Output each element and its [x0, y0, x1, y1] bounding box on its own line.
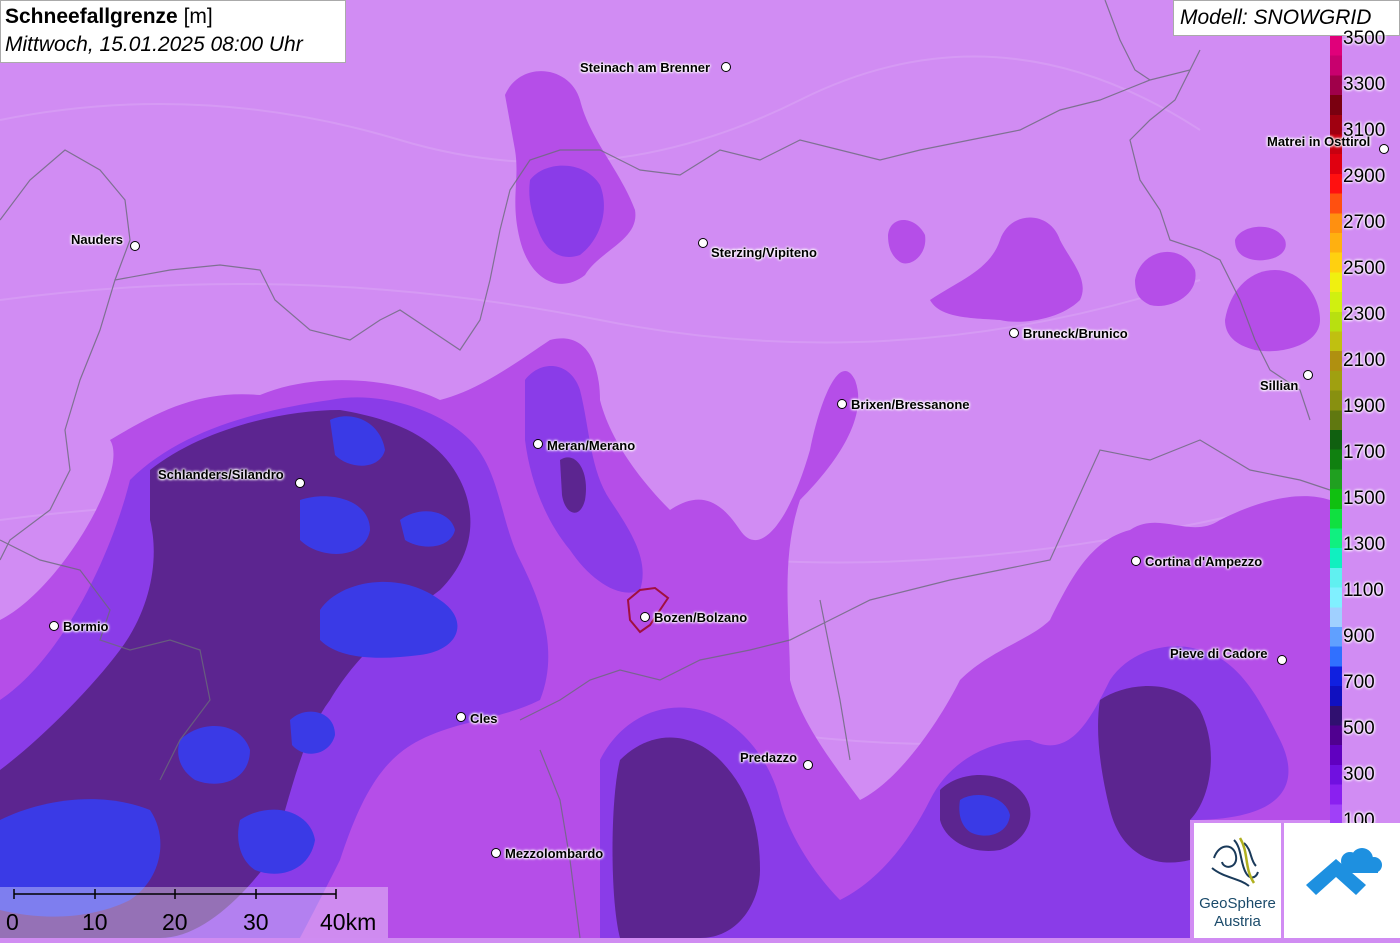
mountain-cloud-icon	[1306, 848, 1382, 895]
scale-label-0: 0	[6, 909, 19, 935]
city-marker-bozen-bolzano[interactable]	[640, 612, 650, 622]
legend-label-1100: 1100	[1343, 580, 1384, 601]
city-marker-bormio[interactable]	[49, 621, 59, 631]
city-marker-sillian[interactable]	[1303, 370, 1313, 380]
city-marker-brixen-bressanone[interactable]	[837, 399, 847, 409]
color-legend: 3500 3300 3100 2900 2700 2500 2300 2100 1900 1700…	[1330, 28, 1400, 831]
scale-bar: 0 10 20 30 40km	[0, 887, 388, 938]
legend-label-3500: 3500	[1343, 28, 1386, 49]
forecast-datetime: Mittwoch, 15.01.2025 08:00 Uhr	[5, 33, 303, 56]
geosphere-emblem-icon	[1211, 837, 1259, 887]
geosphere-logo[interactable]: GeoSphere Austria	[1194, 823, 1281, 938]
city-label-mezzolombardo: Mezzolombardo	[505, 846, 604, 861]
city-marker-cles[interactable]	[456, 712, 466, 722]
app-logo[interactable]	[1284, 823, 1400, 938]
city-marker-meran-merano[interactable]	[533, 439, 543, 449]
legend-label-500: 500	[1343, 718, 1375, 739]
legend-label-1900: 1900	[1343, 396, 1386, 417]
city-label-cortina-d-ampezzo: Cortina d'Ampezzo	[1145, 554, 1263, 569]
city-marker-sterzing-vipiteno[interactable]	[698, 238, 708, 248]
city-label-meran-merano: Meran/Merano	[547, 438, 636, 453]
city-label-brixen-bressanone: Brixen/Bressanone	[851, 397, 970, 412]
geosphere-logo-line2: Austria	[1214, 913, 1261, 930]
city-label-nauders: Nauders	[71, 232, 124, 247]
city-marker-steinach-am-brenner[interactable]	[721, 62, 731, 72]
city-marker-mezzolombardo[interactable]	[491, 848, 501, 858]
legend-label-300: 300	[1343, 764, 1375, 785]
title-panel: Schneefallgrenze [m] Mittwoch, 15.01.202…	[0, 0, 346, 63]
legend-label-2900: 2900	[1343, 166, 1386, 187]
city-label-steinach-am-brenner: Steinach am Brenner	[580, 60, 711, 75]
city-label-sillian: Sillian	[1260, 378, 1299, 393]
city-label-predazzo: Predazzo	[740, 750, 798, 765]
city-label-sterzing-vipiteno: Sterzing/Vipiteno	[711, 245, 817, 260]
city-label-bruneck-brunico: Bruneck/Brunico	[1023, 326, 1128, 341]
scale-label-10: 10	[82, 909, 108, 935]
legend-label-2100: 2100	[1343, 350, 1386, 371]
scale-label-30: 30	[243, 909, 269, 935]
city-label-pieve-di-cadore: Pieve di Cadore	[1170, 646, 1268, 661]
legend-color-bar	[1330, 36, 1342, 824]
scale-label-40: 40km	[320, 909, 377, 935]
city-label-matrei-in-osttirol: Matrei in Osttirol	[1267, 134, 1371, 149]
city-label-schlanders-silandro: Schlanders/Silandro	[158, 467, 284, 482]
legend-label-900: 900	[1343, 626, 1375, 647]
legend-label-3300: 3300	[1343, 74, 1386, 95]
city-marker-pieve-di-cadore[interactable]	[1277, 655, 1287, 665]
city-marker-matrei-in-osttirol[interactable]	[1379, 144, 1389, 154]
legend-label-2300: 2300	[1343, 304, 1386, 325]
title-unit: [m]	[183, 5, 213, 28]
legend-label-700: 700	[1343, 672, 1375, 693]
city-marker-schlanders-silandro[interactable]	[295, 478, 305, 488]
city-label-cles: Cles	[470, 711, 498, 726]
legend-label-2500: 2500	[1343, 258, 1386, 279]
legend-label-1700: 1700	[1343, 442, 1386, 463]
legend-label-2700: 2700	[1343, 212, 1386, 233]
scale-label-20: 20	[162, 909, 188, 935]
geosphere-logo-line1: GeoSphere	[1199, 895, 1276, 912]
city-marker-bruneck-brunico[interactable]	[1009, 328, 1019, 338]
title-text: Schneefallgrenze	[5, 5, 178, 28]
city-marker-cortina-d-ampezzo[interactable]	[1131, 556, 1141, 566]
city-label-bormio: Bormio	[63, 619, 109, 634]
legend-label-1500: 1500	[1343, 488, 1386, 509]
city-label-bozen-bolzano: Bozen/Bolzano	[654, 610, 748, 625]
map-title: Schneefallgrenze [m]	[5, 3, 341, 31]
city-marker-predazzo[interactable]	[803, 760, 813, 770]
city-marker-nauders[interactable]	[130, 241, 140, 251]
legend-label-1300: 1300	[1343, 534, 1386, 555]
